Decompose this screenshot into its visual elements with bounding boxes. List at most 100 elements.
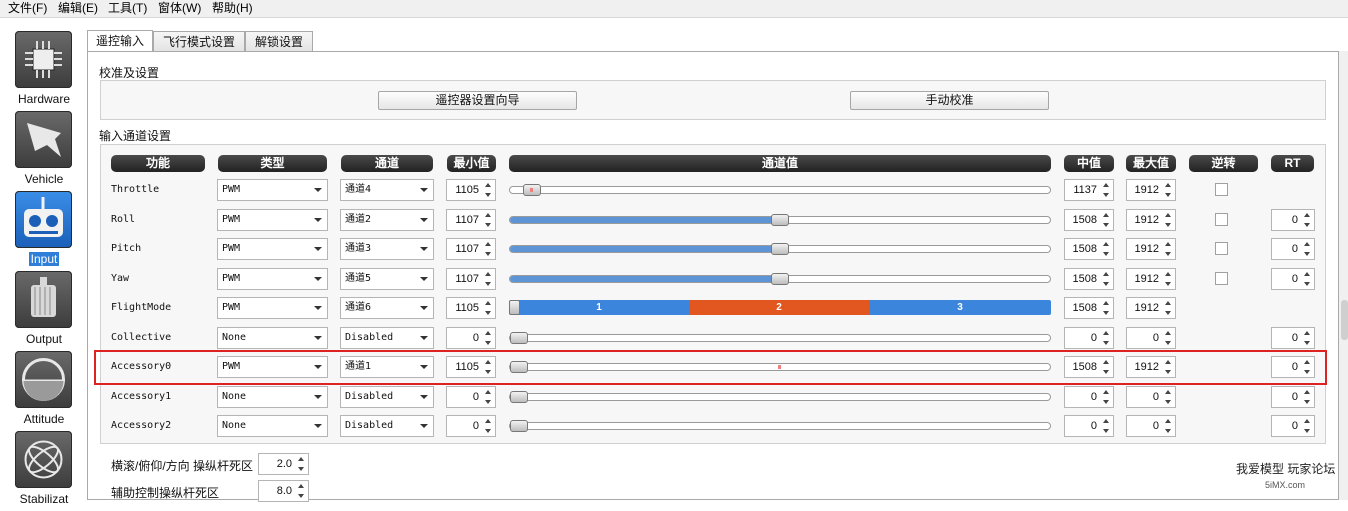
spin-down-icon[interactable] bbox=[1302, 220, 1313, 229]
spin-up-icon[interactable] bbox=[483, 329, 494, 338]
spin-down-icon[interactable] bbox=[1101, 338, 1112, 347]
channel-combo[interactable]: 通道3 bbox=[340, 238, 434, 260]
sidebar-item-stabilization[interactable]: Stabilizat bbox=[0, 431, 88, 511]
spin-down-icon[interactable] bbox=[1101, 397, 1112, 406]
min-spinbox[interactable]: 1107 bbox=[446, 238, 496, 260]
manual-calibration-button[interactable]: 手动校准 bbox=[850, 91, 1049, 110]
channel-combo[interactable]: Disabled bbox=[340, 415, 434, 437]
reverse-checkbox[interactable] bbox=[1215, 242, 1228, 255]
spin-up-icon[interactable] bbox=[1302, 417, 1313, 426]
spin-up-icon[interactable] bbox=[483, 270, 494, 279]
spin-up-icon[interactable] bbox=[1163, 299, 1174, 308]
channel-combo[interactable]: 通道6 bbox=[340, 297, 434, 319]
slider-handle[interactable] bbox=[510, 332, 528, 344]
reverse-checkbox[interactable] bbox=[1215, 183, 1228, 196]
rt-spinbox[interactable]: 0 bbox=[1271, 268, 1315, 290]
menu-help[interactable]: 帮助(H) bbox=[212, 1, 253, 16]
spin-down-icon[interactable] bbox=[1101, 279, 1112, 288]
spin-down-icon[interactable] bbox=[483, 190, 494, 199]
type-combo[interactable]: PWM bbox=[217, 179, 328, 201]
max-spinbox[interactable]: 1912 bbox=[1126, 238, 1176, 260]
spin-down-icon[interactable] bbox=[483, 220, 494, 229]
sidebar-item-hardware[interactable]: Hardware bbox=[0, 31, 88, 111]
rt-spinbox[interactable]: 0 bbox=[1271, 415, 1315, 437]
spin-up-icon[interactable] bbox=[296, 482, 307, 491]
spin-up-icon[interactable] bbox=[1101, 240, 1112, 249]
channel-value-slider[interactable] bbox=[509, 420, 1051, 432]
slider-handle[interactable] bbox=[771, 243, 789, 255]
max-spinbox[interactable]: 1912 bbox=[1126, 297, 1176, 319]
channel-combo[interactable]: 通道4 bbox=[340, 179, 434, 201]
spin-up-icon[interactable] bbox=[1101, 299, 1112, 308]
channel-combo[interactable]: 通道5 bbox=[340, 268, 434, 290]
slider-handle[interactable] bbox=[771, 214, 789, 226]
neutral-spinbox[interactable]: 0 bbox=[1064, 386, 1114, 408]
type-combo[interactable]: PWM bbox=[217, 209, 328, 231]
spin-up-icon[interactable] bbox=[483, 211, 494, 220]
spin-down-icon[interactable] bbox=[296, 464, 307, 473]
max-spinbox[interactable]: 1912 bbox=[1126, 209, 1176, 231]
sidebar-item-input[interactable]: Input bbox=[0, 191, 88, 271]
spin-up-icon[interactable] bbox=[483, 417, 494, 426]
min-spinbox[interactable]: 1107 bbox=[446, 268, 496, 290]
spin-down-icon[interactable] bbox=[1163, 338, 1174, 347]
sidebar-item-output[interactable]: Output bbox=[0, 271, 88, 351]
menu-window[interactable]: 窗体(W) bbox=[158, 1, 201, 16]
channel-value-slider[interactable] bbox=[509, 273, 1051, 285]
spin-up-icon[interactable] bbox=[1302, 211, 1313, 220]
max-spinbox[interactable]: 1912 bbox=[1126, 268, 1176, 290]
spin-up-icon[interactable] bbox=[1101, 211, 1112, 220]
type-combo[interactable]: PWM bbox=[217, 268, 328, 290]
channel-combo[interactable]: Disabled bbox=[340, 327, 434, 349]
spin-down-icon[interactable] bbox=[1163, 397, 1174, 406]
channel-combo[interactable]: 通道2 bbox=[340, 209, 434, 231]
spin-down-icon[interactable] bbox=[1302, 249, 1313, 258]
spin-down-icon[interactable] bbox=[1302, 338, 1313, 347]
spin-down-icon[interactable] bbox=[483, 249, 494, 258]
spin-up-icon[interactable] bbox=[1101, 329, 1112, 338]
spin-up-icon[interactable] bbox=[483, 388, 494, 397]
spin-up-icon[interactable] bbox=[1163, 240, 1174, 249]
menu-tools[interactable]: 工具(T) bbox=[108, 1, 147, 16]
max-spinbox[interactable]: 1912 bbox=[1126, 179, 1176, 201]
neutral-spinbox[interactable]: 1508 bbox=[1064, 209, 1114, 231]
max-spinbox[interactable]: 0 bbox=[1126, 386, 1176, 408]
spin-up-icon[interactable] bbox=[1101, 270, 1112, 279]
channel-value-slider[interactable] bbox=[509, 332, 1051, 344]
scrollbar-thumb[interactable] bbox=[1341, 300, 1348, 340]
spin-up-icon[interactable] bbox=[1101, 417, 1112, 426]
sidebar-item-vehicle[interactable]: Vehicle bbox=[0, 111, 88, 191]
spin-down-icon[interactable] bbox=[1163, 426, 1174, 435]
type-combo[interactable]: PWM bbox=[217, 238, 328, 260]
spin-up-icon[interactable] bbox=[1163, 211, 1174, 220]
spin-up-icon[interactable] bbox=[1163, 388, 1174, 397]
spin-down-icon[interactable] bbox=[483, 338, 494, 347]
channel-combo[interactable]: Disabled bbox=[340, 386, 434, 408]
spin-down-icon[interactable] bbox=[1302, 279, 1313, 288]
slider-handle[interactable] bbox=[509, 300, 520, 315]
aux-deadband-spinbox[interactable]: 8.0 bbox=[258, 480, 309, 502]
menu-edit[interactable]: 编辑(E) bbox=[58, 1, 98, 16]
spin-up-icon[interactable] bbox=[1163, 181, 1174, 190]
neutral-spinbox[interactable]: 1508 bbox=[1064, 297, 1114, 319]
channel-value-slider[interactable] bbox=[509, 184, 1051, 196]
spin-down-icon[interactable] bbox=[1163, 308, 1174, 317]
rt-spinbox[interactable]: 0 bbox=[1271, 327, 1315, 349]
rt-spinbox[interactable]: 0 bbox=[1271, 238, 1315, 260]
spin-down-icon[interactable] bbox=[1302, 397, 1313, 406]
spin-down-icon[interactable] bbox=[296, 491, 307, 500]
rt-spinbox[interactable]: 0 bbox=[1271, 386, 1315, 408]
min-spinbox[interactable]: 0 bbox=[446, 415, 496, 437]
spin-down-icon[interactable] bbox=[1101, 190, 1112, 199]
spin-down-icon[interactable] bbox=[1101, 426, 1112, 435]
min-spinbox[interactable]: 1105 bbox=[446, 179, 496, 201]
spin-up-icon[interactable] bbox=[1163, 270, 1174, 279]
channel-value-slider[interactable] bbox=[509, 243, 1051, 255]
max-spinbox[interactable]: 0 bbox=[1126, 327, 1176, 349]
neutral-spinbox[interactable]: 1137 bbox=[1064, 179, 1114, 201]
spin-up-icon[interactable] bbox=[1101, 181, 1112, 190]
spin-up-icon[interactable] bbox=[1163, 417, 1174, 426]
spin-down-icon[interactable] bbox=[1163, 279, 1174, 288]
reverse-checkbox[interactable] bbox=[1215, 272, 1228, 285]
spin-down-icon[interactable] bbox=[1163, 190, 1174, 199]
